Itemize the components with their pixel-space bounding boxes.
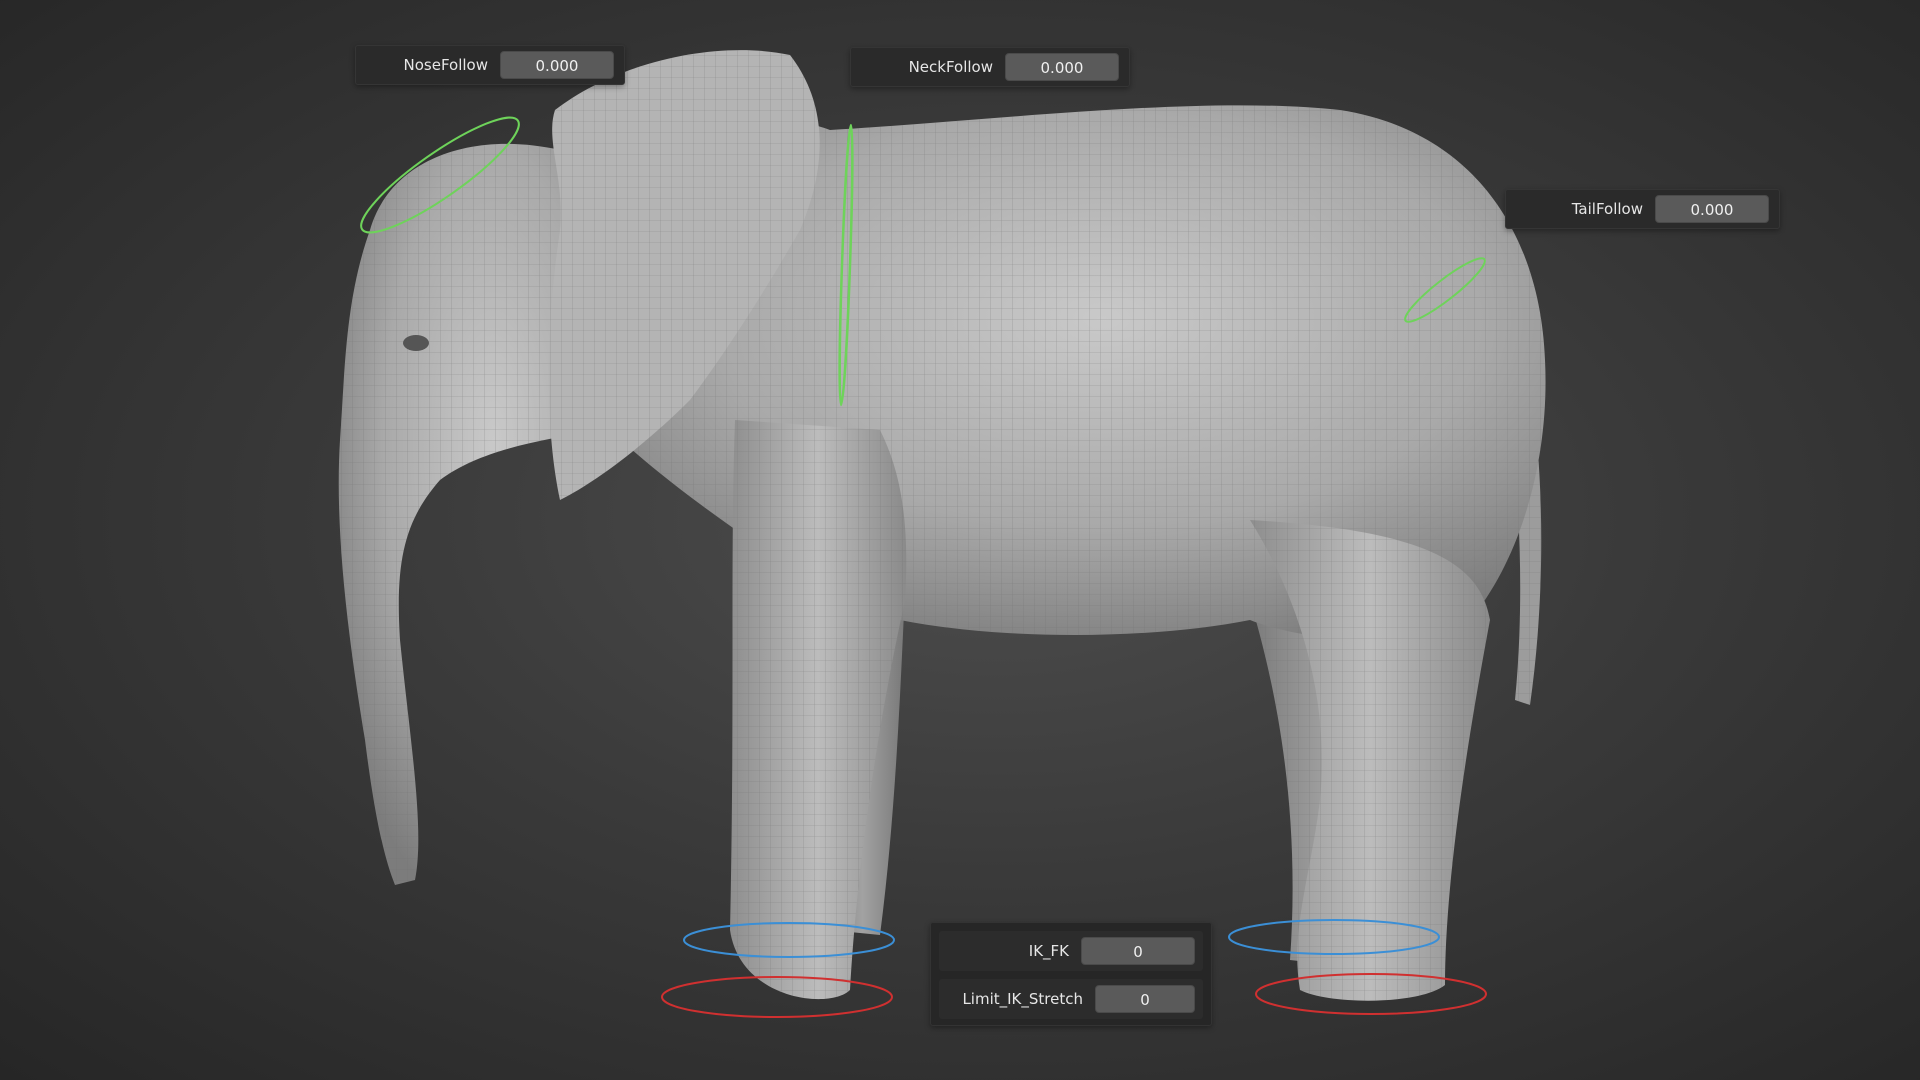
eye-icon xyxy=(403,335,429,351)
viewport-canvas xyxy=(338,50,1546,1018)
ik-fk-row: IK_FK 0 xyxy=(939,931,1203,971)
neck-follow-field[interactable]: 0.000 xyxy=(1005,53,1119,81)
nose-follow-panel: NoseFollow 0.000 xyxy=(355,45,625,85)
nose-follow-field[interactable]: 0.000 xyxy=(500,51,614,79)
limit-ik-stretch-label: Limit_IK_Stretch xyxy=(962,990,1083,1008)
limit-ik-stretch-row: Limit_IK_Stretch 0 xyxy=(939,979,1203,1019)
ik-fk-label: IK_FK xyxy=(1028,942,1069,960)
nose-follow-label: NoseFollow xyxy=(403,56,489,74)
neck-follow-panel: NeckFollow 0.000 xyxy=(850,47,1130,87)
tail-follow-panel: TailFollow 0.000 xyxy=(1505,189,1780,229)
tail-follow-field[interactable]: 0.000 xyxy=(1655,195,1769,223)
ik-fk-field[interactable]: 0 xyxy=(1081,937,1195,965)
tail-follow-label: TailFollow xyxy=(1571,200,1643,218)
neck-follow-label: NeckFollow xyxy=(908,58,993,76)
ik-fk-panel: IK_FK 0 Limit_IK_Stretch 0 xyxy=(930,922,1212,1026)
3d-viewport[interactable] xyxy=(0,0,1920,1080)
limit-ik-stretch-field[interactable]: 0 xyxy=(1095,985,1195,1013)
